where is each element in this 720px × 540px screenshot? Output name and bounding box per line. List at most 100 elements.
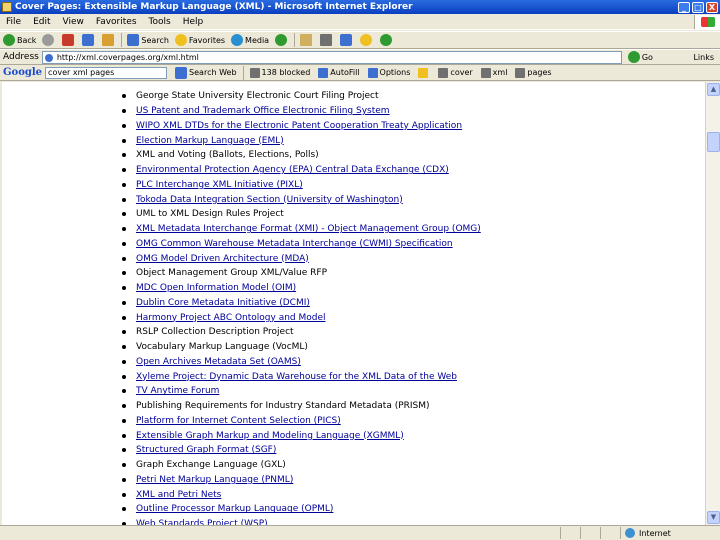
menu-help[interactable]: Help — [177, 17, 210, 27]
edit-button[interactable] — [337, 32, 357, 48]
search-word-pages[interactable]: pages — [511, 67, 555, 78]
minimize-button[interactable]: _ — [678, 1, 690, 13]
menu-favorites[interactable]: Favorites — [90, 17, 143, 27]
list-text: Publishing Requirements for Industry Sta… — [136, 401, 430, 412]
list-link[interactable]: WIPO XML DTDs for the Electronic Patent … — [136, 121, 462, 131]
menu-tools[interactable]: Tools — [143, 17, 177, 27]
bullet-icon — [122, 138, 126, 143]
list-link[interactable]: Environmental Protection Agency (EPA) Ce… — [136, 165, 449, 175]
bullet-icon — [122, 418, 126, 423]
google-search-input[interactable]: cover xml pages — [45, 66, 168, 79]
search-button[interactable]: Search — [124, 32, 171, 48]
scroll-down-arrow-icon[interactable]: ▼ — [707, 511, 720, 524]
go-button[interactable]: Go — [627, 51, 653, 63]
bullet-icon — [122, 109, 126, 114]
list-link[interactable]: US Patent and Trademark Office Electroni… — [136, 106, 390, 116]
list-item: TV Anytime Forum — [122, 384, 481, 399]
back-label: Back — [17, 35, 37, 45]
toolbar-separator — [242, 65, 244, 80]
status-cell — [580, 527, 600, 539]
list-item: Extensible Graph Markup and Modeling Lan… — [122, 428, 481, 443]
list-link[interactable]: OMG Common Warehouse Metadata Interchang… — [136, 239, 453, 249]
bullet-icon — [122, 94, 126, 99]
list-link[interactable]: Platform for Internet Content Selection … — [136, 416, 341, 426]
toolbar-separator — [121, 33, 123, 47]
menu-view[interactable]: View — [57, 17, 90, 27]
vertical-scrollbar[interactable]: ▲ ▼ — [705, 82, 720, 525]
bullet-icon — [122, 271, 126, 276]
list-link[interactable]: Dublin Core Metadata Initiative (DCMI) — [136, 298, 310, 308]
list-item: Harmony Project ABC Ontology and Model — [122, 310, 481, 325]
mail-button[interactable] — [297, 32, 317, 48]
list-link[interactable]: OMG Model Driven Architecture (MDA) — [136, 254, 309, 264]
scroll-up-arrow-icon[interactable]: ▲ — [707, 83, 720, 96]
address-input[interactable]: http://xml.coverpages.org/xml.html — [41, 50, 622, 64]
list-item: WIPO XML DTDs for the Electronic Patent … — [122, 119, 481, 134]
messenger-button[interactable] — [377, 32, 397, 48]
list-item: Tokoda Data Integration Section (Univers… — [122, 192, 481, 207]
bullet-icon — [122, 492, 126, 497]
forward-button[interactable] — [39, 32, 59, 48]
discuss-button[interactable] — [357, 32, 377, 48]
stop-button[interactable] — [59, 32, 79, 48]
search-word-cover[interactable]: cover — [434, 67, 476, 78]
list-item: Vocabulary Markup Language (VocML) — [122, 340, 481, 355]
favorites-button[interactable]: Favorites — [172, 32, 228, 48]
list-link[interactable]: XML Metadata Interchange Format (XMI) - … — [136, 224, 481, 234]
list-item: Election Markup Language (EML) — [122, 133, 481, 148]
list-link[interactable]: Tokoda Data Integration Section (Univers… — [136, 195, 403, 205]
list-link[interactable]: Election Markup Language (EML) — [136, 136, 284, 146]
list-link[interactable]: Open Archives Metadata Set (OAMS) — [136, 357, 301, 367]
list-text: XML and Voting (Ballots, Elections, Poll… — [136, 150, 319, 161]
google-logo[interactable]: Google — [0, 67, 45, 78]
list-link[interactable]: XML and Petri Nets — [136, 490, 221, 500]
home-button[interactable] — [99, 32, 119, 48]
list-text: Graph Exchange Language (GXL) — [136, 460, 286, 471]
list-link[interactable]: Outline Processor Markup Language (OPML) — [136, 504, 333, 514]
options-label: Options — [379, 68, 411, 77]
globe-icon — [625, 528, 635, 538]
search-web-label: Search Web — [189, 68, 237, 77]
bullet-icon — [122, 463, 126, 468]
history-button[interactable] — [272, 32, 292, 48]
back-button[interactable]: Back — [0, 32, 39, 48]
search-word-xml[interactable]: xml — [477, 67, 512, 78]
list-item: Outline Processor Markup Language (OPML) — [122, 502, 481, 517]
menu-edit[interactable]: Edit — [27, 17, 56, 27]
close-button[interactable]: X — [706, 1, 718, 13]
scroll-thumb[interactable] — [707, 132, 720, 152]
options-button[interactable]: Options — [364, 67, 415, 78]
home-icon — [102, 34, 115, 46]
list-text: George State University Electronic Court… — [136, 91, 379, 102]
refresh-icon — [82, 34, 95, 46]
list-link[interactable]: MDC Open Information Model (OIM) — [136, 283, 296, 293]
address-bar: Address http://xml.coverpages.org/xml.ht… — [0, 49, 720, 65]
bullet-icon — [122, 433, 126, 438]
highlighter-icon — [418, 67, 429, 78]
menu-file[interactable]: File — [0, 17, 27, 27]
list-item: Dublin Core Metadata Initiative (DCMI) — [122, 296, 481, 311]
media-button[interactable]: Media — [228, 32, 272, 48]
highlight-button[interactable] — [414, 67, 434, 78]
list-text: Vocabulary Markup Language (VocML) — [136, 342, 308, 353]
bullet-icon — [122, 315, 126, 320]
list-link[interactable]: Xyleme Project: Dynamic Data Warehouse f… — [136, 372, 457, 382]
list-link[interactable]: PLC Interchange XML Initiative (PIXL) — [136, 180, 303, 190]
autofill-icon — [318, 67, 329, 78]
list-link[interactable]: TV Anytime Forum — [136, 386, 219, 396]
list-item: XML Metadata Interchange Format (XMI) - … — [122, 222, 481, 237]
list-link[interactable]: Harmony Project ABC Ontology and Model — [136, 313, 326, 323]
refresh-button[interactable] — [79, 32, 99, 48]
bullet-icon — [122, 227, 126, 232]
maximize-button[interactable]: □ — [692, 1, 704, 13]
search-web-button[interactable]: Search Web — [171, 66, 240, 79]
print-button[interactable] — [317, 32, 337, 48]
popup-blocker-button[interactable]: 138 blocked — [246, 67, 315, 78]
links-button[interactable]: Links — [693, 53, 720, 62]
autofill-button[interactable]: AutoFill — [314, 67, 363, 78]
list-link[interactable]: Extensible Graph Markup and Modeling Lan… — [136, 431, 404, 441]
list-item: Publishing Requirements for Industry Sta… — [122, 399, 481, 414]
list-link[interactable]: Structured Graph Format (SGF) — [136, 445, 276, 455]
bullet-icon — [122, 212, 126, 217]
list-link[interactable]: Petri Net Markup Language (PNML) — [136, 475, 293, 485]
